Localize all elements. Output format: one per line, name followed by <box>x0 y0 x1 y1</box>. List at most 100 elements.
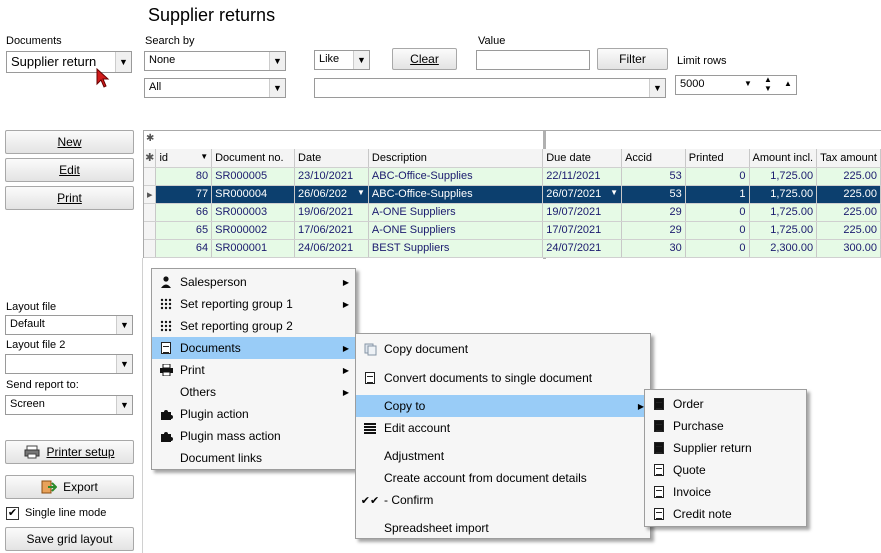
chevron-down-icon[interactable]: ▼ <box>353 51 369 69</box>
column-header-document-no[interactable]: Document no. <box>211 149 296 168</box>
menu-item-convert-documents[interactable]: Convert documents to single document <box>356 367 650 389</box>
layout-file-2-select[interactable]: ▼ <box>5 354 133 374</box>
cell-tax-amount[interactable]: 225.00 <box>816 185 881 204</box>
cell-description[interactable]: A-ONE Suppliers <box>368 221 544 240</box>
column-header-description[interactable]: Description <box>368 149 544 168</box>
cell-amount-incl[interactable]: 1,725.00 <box>749 221 818 240</box>
cell-accid[interactable]: 30 <box>621 239 686 258</box>
chevron-down-icon[interactable]: ▼ <box>116 355 132 373</box>
cell-printed[interactable]: 0 <box>685 221 750 240</box>
cell-date[interactable]: 23/10/2021 <box>294 167 369 186</box>
cell-accid[interactable]: 29 <box>621 203 686 222</box>
cell-tax-amount[interactable]: 225.00 <box>816 203 881 222</box>
menu-item-invoice[interactable]: Invoice <box>645 481 806 503</box>
send-report-select[interactable]: Screen ▼ <box>5 395 133 415</box>
new-button[interactable]: New <box>5 130 134 154</box>
cell-description[interactable]: BEST Suppliers <box>368 239 544 258</box>
cell-printed[interactable]: 0 <box>685 203 750 222</box>
chevron-down-icon[interactable]: ▼ <box>116 316 132 334</box>
filter-button[interactable]: Filter <box>597 48 668 70</box>
value-input[interactable] <box>476 50 590 70</box>
cell-id[interactable]: 66 <box>155 203 213 222</box>
cell-amount-incl[interactable]: 2,300.00 <box>749 239 818 258</box>
print-button[interactable]: Print <box>5 186 134 210</box>
menu-item-supplier-return[interactable]: Supplier return <box>645 437 806 459</box>
menu-item-document-links[interactable]: Document links <box>152 447 355 469</box>
cell-tax-amount[interactable]: 225.00 <box>816 221 881 240</box>
menu-item-copy-document[interactable]: Copy document <box>356 337 650 361</box>
table-row[interactable]: 64 SR000001 24/06/2021 BEST Suppliers 24… <box>144 239 881 258</box>
menu-item-edit-account[interactable]: Edit account <box>356 417 650 439</box>
cell-amount-incl[interactable]: 1,725.00 <box>749 185 818 204</box>
cell-id[interactable]: 64 <box>155 239 213 258</box>
chevron-down-icon[interactable]: ▼ <box>269 79 285 97</box>
cell-accid[interactable]: 53 <box>621 185 686 204</box>
cell-tax-amount[interactable]: 225.00 <box>816 167 881 186</box>
column-header-tax-amount[interactable]: Tax amount <box>816 149 881 168</box>
cell-description[interactable]: ABC-Office-Supplies <box>368 185 544 204</box>
menu-item-spreadsheet-import[interactable]: Spreadsheet import <box>356 517 650 539</box>
cell-printed[interactable]: 0 <box>685 167 750 186</box>
column-header-accid[interactable]: Accid <box>621 149 686 168</box>
menu-item-plugin-action[interactable]: Plugin action <box>152 403 355 425</box>
chevron-up-icon[interactable]: ▲ <box>784 79 792 88</box>
layout-file-select[interactable]: Default ▼ <box>5 315 133 335</box>
menu-item-plugin-mass-action[interactable]: Plugin mass action <box>152 425 355 447</box>
chevron-down-icon[interactable]: ▼ <box>269 52 285 70</box>
cell-date[interactable]: 26/06/202 ▼ <box>294 185 369 204</box>
cell-document-no[interactable]: SR000004 <box>211 185 296 204</box>
column-header-due-date[interactable]: Due date <box>542 149 623 168</box>
chevron-down-icon[interactable]: ▼ <box>649 79 665 97</box>
cell-due-date[interactable]: 22/11/2021 <box>542 167 623 186</box>
table-row[interactable]: 66 SR000003 19/06/2021 A-ONE Suppliers 1… <box>144 203 881 222</box>
menu-item-others[interactable]: Others ▶ <box>152 381 355 403</box>
printer-setup-button[interactable]: Printer setup <box>5 440 134 464</box>
cell-due-date[interactable]: 17/07/2021 <box>542 221 623 240</box>
search-scope-select[interactable]: All ▼ <box>144 78 286 98</box>
cell-description[interactable]: ABC-Office-Supplies <box>368 167 544 186</box>
cell-document-no[interactable]: SR000003 <box>211 203 296 222</box>
menu-item-copy-to[interactable]: Copy to ▶ <box>356 395 650 417</box>
menu-item-confirm[interactable]: ✔✔ - Confirm <box>356 489 650 511</box>
menu-item-order[interactable]: Order <box>645 393 806 415</box>
chevron-down-icon[interactable]: ▼ <box>357 188 365 197</box>
menu-item-adjustment[interactable]: Adjustment <box>356 445 650 467</box>
save-grid-layout-button[interactable]: Save grid layout <box>5 527 134 551</box>
chevron-down-icon[interactable]: ▼ <box>744 79 752 88</box>
cell-date[interactable]: 19/06/2021 <box>294 203 369 222</box>
cell-document-no[interactable]: SR000005 <box>211 167 296 186</box>
cell-accid[interactable]: 29 <box>621 221 686 240</box>
cell-amount-incl[interactable]: 1,725.00 <box>749 203 818 222</box>
search-field-select[interactable]: None ▼ <box>144 51 286 71</box>
edit-button[interactable]: Edit <box>5 158 134 182</box>
menu-item-create-account[interactable]: Create account from document details <box>356 467 650 489</box>
cell-due-date[interactable]: 24/07/2021 <box>542 239 623 258</box>
menu-item-print[interactable]: Print ▶ <box>152 359 355 381</box>
cell-printed[interactable]: 0 <box>685 239 750 258</box>
table-row[interactable]: 65 SR000002 17/06/2021 A-ONE Suppliers 1… <box>144 221 881 240</box>
column-header-date[interactable]: Date <box>294 149 369 168</box>
column-header-amount-incl[interactable]: Amount incl. <box>749 149 818 168</box>
cell-id[interactable]: 77 <box>155 185 213 204</box>
documents-select[interactable]: Supplier return ▼ <box>6 51 132 73</box>
clear-button[interactable]: Clear <box>392 48 457 70</box>
menu-item-credit-note[interactable]: Credit note <box>645 503 806 525</box>
cell-date[interactable]: 24/06/2021 <box>294 239 369 258</box>
cell-printed[interactable]: 1 <box>685 185 750 204</box>
column-header-id[interactable]: id ▼ <box>155 149 213 168</box>
menu-item-reporting-group-1[interactable]: Set reporting group 1 ▶ <box>152 293 355 315</box>
cell-due-date[interactable]: 26/07/2021 ▼ <box>542 185 623 204</box>
single-line-checkbox[interactable]: ✔ <box>6 507 19 520</box>
menu-item-documents[interactable]: Documents ▶ <box>152 337 355 359</box>
column-header-printed[interactable]: Printed <box>685 149 750 168</box>
menu-item-purchase[interactable]: Purchase <box>645 415 806 437</box>
cell-due-date[interactable]: 19/07/2021 <box>542 203 623 222</box>
chevron-down-icon[interactable]: ▼ <box>610 188 618 197</box>
export-button[interactable]: Export <box>5 475 134 499</box>
cell-id[interactable]: 65 <box>155 221 213 240</box>
table-row-selected[interactable]: ▸ 77 SR000004 26/06/202 ▼ ABC-Office-Supp… <box>144 185 881 204</box>
cell-tax-amount[interactable]: 300.00 <box>816 239 881 258</box>
menu-item-salesperson[interactable]: Salesperson ▶ <box>152 271 355 293</box>
cell-amount-incl[interactable]: 1,725.00 <box>749 167 818 186</box>
cell-description[interactable]: A-ONE Suppliers <box>368 203 544 222</box>
